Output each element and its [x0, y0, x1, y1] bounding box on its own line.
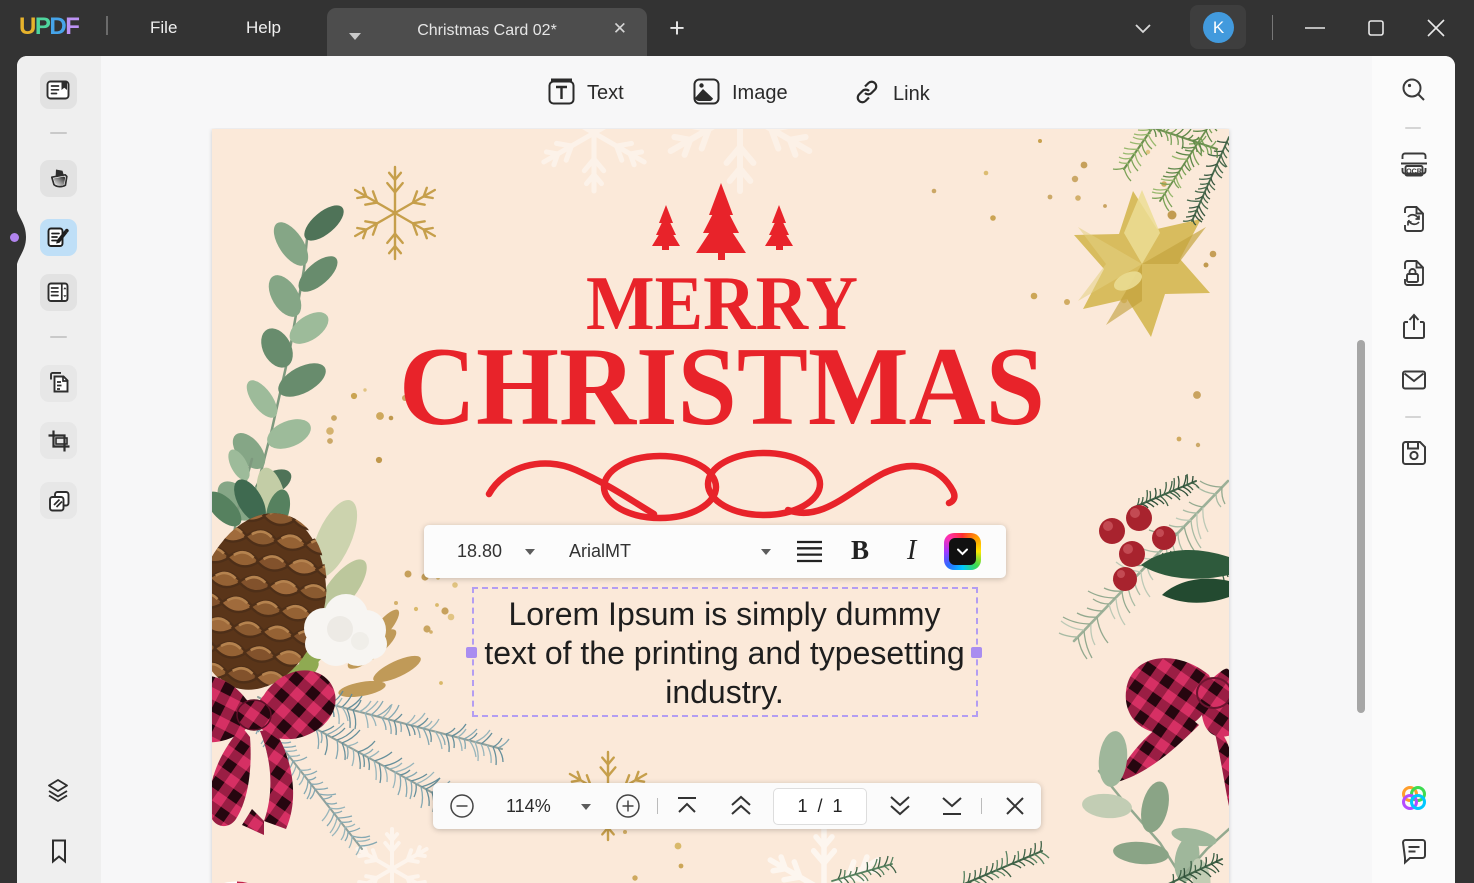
svg-text:CHRISTMAS: CHRISTMAS [399, 325, 1045, 449]
svg-text:OCR: OCR [1406, 169, 1422, 176]
